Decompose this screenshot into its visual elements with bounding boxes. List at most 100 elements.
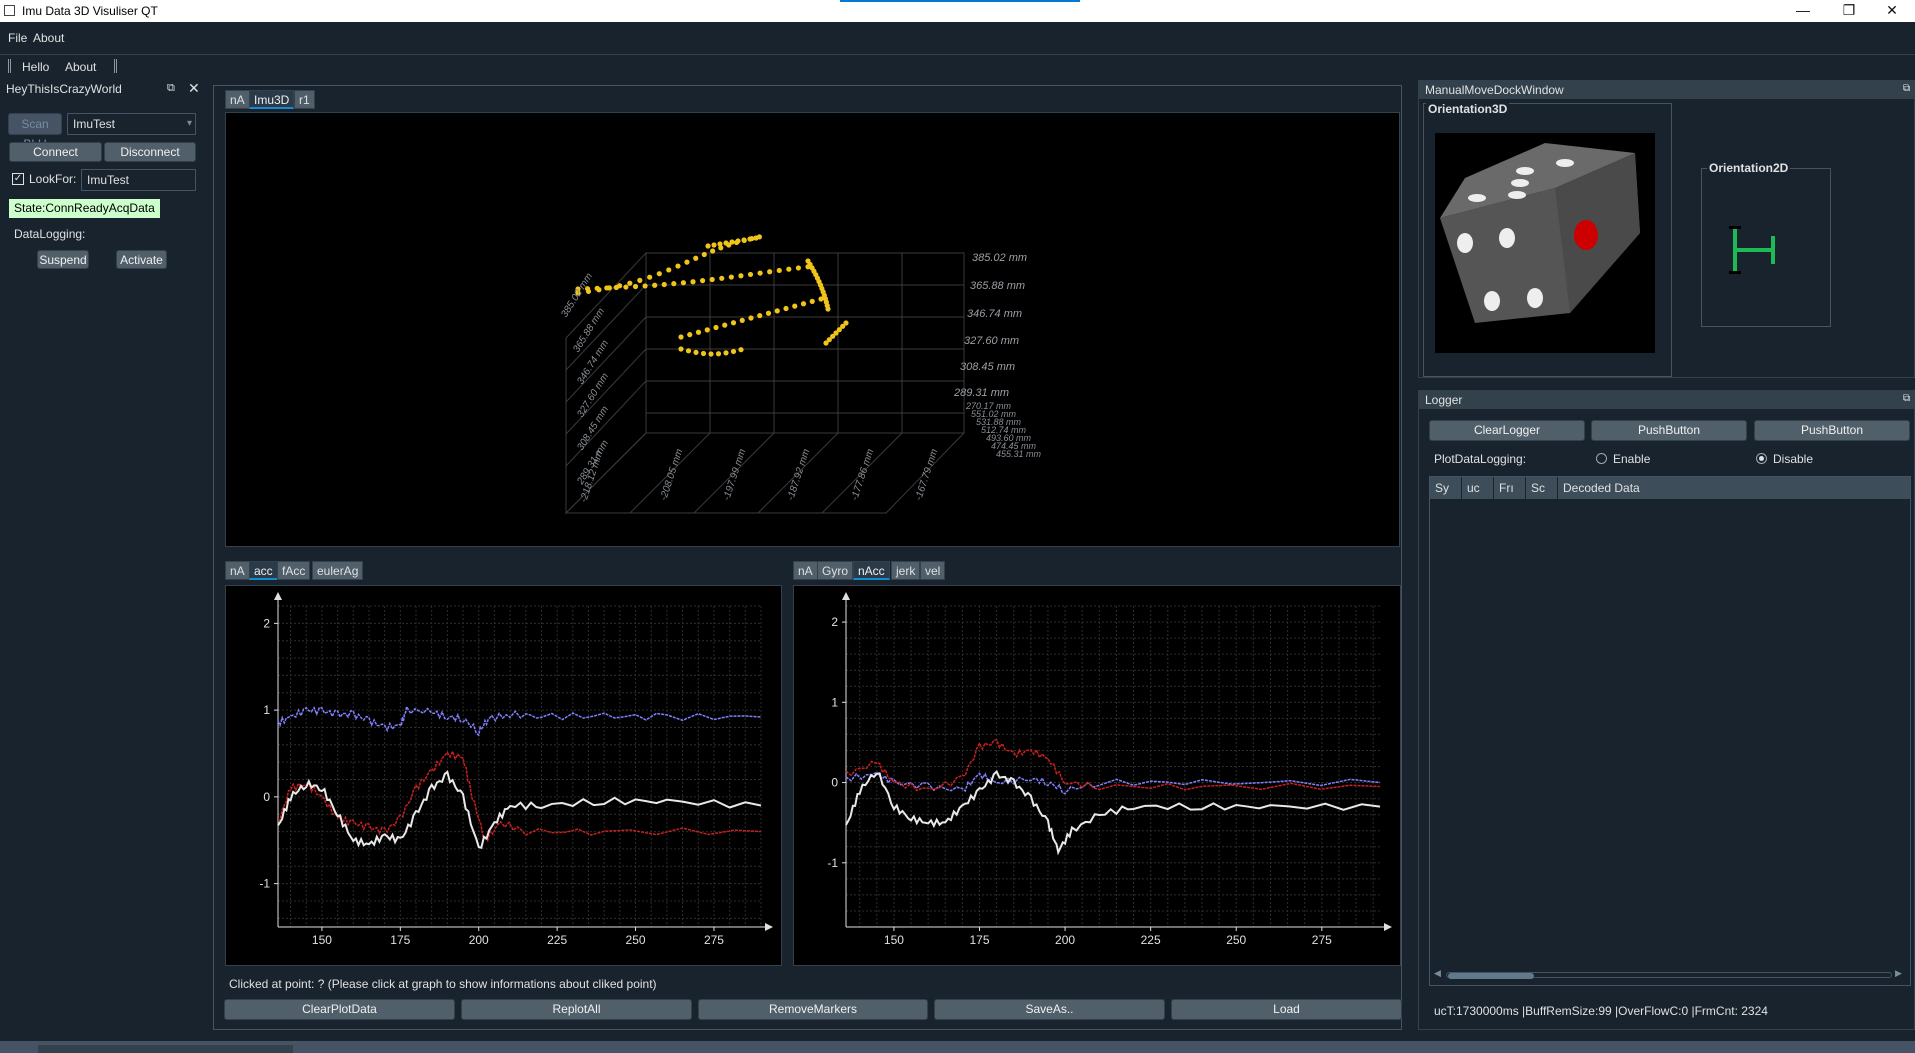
orientation3d-group: Orientation3D bbox=[1423, 102, 1672, 377]
scatter-point bbox=[627, 280, 633, 286]
z-axis-label: 327.60 mm bbox=[964, 335, 1019, 347]
scatter-point bbox=[757, 313, 763, 319]
tab-na-left[interactable]: nA bbox=[225, 561, 250, 580]
scan-button[interactable]: Scan BLU bbox=[8, 113, 62, 151]
column-header[interactable]: Sc bbox=[1526, 477, 1558, 499]
scatter-point bbox=[792, 303, 798, 309]
x-tick-label: 150 bbox=[884, 933, 904, 947]
lookfor-label: LookFor: bbox=[29, 172, 77, 186]
column-header[interactable]: Sy bbox=[1430, 477, 1462, 499]
status-segment bbox=[38, 1045, 293, 1053]
toolbar-hello[interactable]: Hello bbox=[22, 60, 49, 74]
left-dock: HeyThisIsCrazyWorld ⧉ ✕ Scan BLU ImuTest… bbox=[0, 80, 208, 1030]
tab-acc[interactable]: acc bbox=[249, 561, 278, 580]
tab-imu3d[interactable]: Imu3D bbox=[249, 90, 295, 109]
x-tick-label: 225 bbox=[547, 933, 567, 947]
enable-label: Enable bbox=[1613, 452, 1651, 466]
scatter-point bbox=[747, 271, 754, 278]
push-button-2[interactable]: PushButton bbox=[1754, 420, 1910, 441]
logger-status: ucT:1730000ms |BuffRemSize:99 |OverFlowC… bbox=[1434, 1004, 1768, 1018]
minimize-button[interactable]: — bbox=[1780, 0, 1826, 22]
replot-all-button[interactable]: ReplotAll bbox=[461, 999, 692, 1020]
tab-jerk[interactable]: jerk bbox=[891, 561, 921, 580]
y-tick-label: -1 bbox=[827, 856, 838, 870]
scatter-point bbox=[647, 274, 653, 280]
clear-plot-button[interactable]: ClearPlotData bbox=[224, 999, 455, 1020]
tab-euler[interactable]: eulerAg bbox=[312, 561, 364, 580]
series-line bbox=[277, 770, 762, 849]
remove-markers-button[interactable]: RemoveMarkers bbox=[698, 999, 928, 1020]
column-header[interactable]: Decoded Data bbox=[1558, 477, 1910, 499]
scatter-point bbox=[623, 284, 629, 290]
column-header[interactable]: Frı bbox=[1494, 477, 1526, 499]
scatter-point bbox=[739, 317, 745, 323]
scroll-thumb[interactable] bbox=[1448, 973, 1534, 979]
x-axis-label: -167.79 mm bbox=[913, 448, 940, 502]
float-icon[interactable]: ⧉ bbox=[1903, 393, 1910, 404]
scatter-point bbox=[685, 348, 692, 354]
scatter-point bbox=[704, 327, 710, 333]
toolbar-handle[interactable] bbox=[8, 59, 11, 73]
x-tick-label: 200 bbox=[469, 933, 489, 947]
plot-left-svg: 150 175 200 225 250 275 -1 0 1 2 bbox=[259, 592, 773, 947]
tab-na-top[interactable]: nA bbox=[225, 90, 250, 109]
plot-logging-label: PlotDataLogging: bbox=[1434, 452, 1527, 466]
dice-view[interactable] bbox=[1435, 133, 1655, 353]
toolbar-about[interactable]: About bbox=[65, 60, 96, 74]
maximize-button[interactable]: ❐ bbox=[1826, 0, 1872, 22]
save-as-button[interactable]: SaveAs.. bbox=[934, 999, 1165, 1020]
activate-button[interactable]: Activate bbox=[116, 250, 167, 269]
x-axis-label: -197.99 mm bbox=[721, 448, 748, 502]
float-icon[interactable]: ⧉ bbox=[167, 82, 175, 95]
tab-vel[interactable]: vel bbox=[920, 561, 946, 580]
manual-move-dock: ManualMoveDockWindow ⧉ Orientation3D Ori bbox=[1418, 80, 1915, 378]
tab-gyro[interactable]: Gyro bbox=[817, 561, 854, 580]
close-window-button[interactable]: ✕ bbox=[1869, 0, 1915, 22]
menu-file[interactable]: File bbox=[8, 31, 27, 45]
close-icon[interactable]: ✕ bbox=[188, 80, 200, 97]
orientation2d-group: Orientation2D bbox=[1701, 161, 1831, 327]
x-axis-label: -208.05 mm bbox=[658, 448, 685, 502]
scatter-point bbox=[710, 248, 716, 254]
horizontal-scrollbar[interactable]: ◀ ▶ bbox=[1434, 968, 1904, 981]
disable-radio[interactable] bbox=[1756, 453, 1767, 464]
connect-button[interactable]: Connect bbox=[9, 142, 102, 162]
scatter-point bbox=[774, 308, 780, 314]
tab-facc[interactable]: fAcc bbox=[277, 561, 311, 580]
menu-about[interactable]: About bbox=[33, 31, 64, 45]
scatter-point bbox=[661, 281, 667, 288]
scatter-3d-view[interactable]: 385.02 mm 365.88 mm 346.74 mm 327.60 mm … bbox=[225, 112, 1400, 547]
float-icon[interactable]: ⧉ bbox=[1903, 83, 1910, 94]
scatter-point bbox=[678, 346, 684, 352]
scroll-right-icon[interactable]: ▶ bbox=[1895, 968, 1902, 979]
orientation3d-label: Orientation3D bbox=[1426, 102, 1510, 116]
tab-nacc[interactable]: nAcc bbox=[853, 561, 890, 580]
lookfor-checkbox[interactable]: ✓ bbox=[12, 173, 24, 185]
plot-left[interactable]: 150 175 200 225 250 275 -1 0 1 2 bbox=[225, 585, 782, 966]
column-header[interactable]: uc bbox=[1462, 477, 1494, 499]
log-table[interactable]: Sy uc Frı Sc Decoded Data ◀ ▶ bbox=[1429, 476, 1911, 986]
scatter-point bbox=[642, 283, 648, 289]
push-button-1[interactable]: PushButton bbox=[1591, 420, 1747, 441]
plot-right[interactable]: 150 175 200 225 250 275 -1 0 1 2 bbox=[793, 585, 1401, 966]
y-tick-label: 2 bbox=[263, 616, 270, 630]
manual-move-title: ManualMoveDockWindow bbox=[1419, 81, 1914, 99]
scatter-point bbox=[730, 348, 737, 355]
scroll-left-icon[interactable]: ◀ bbox=[1434, 968, 1441, 979]
y-tick-label: 1 bbox=[263, 703, 270, 717]
suspend-button[interactable]: Suspend bbox=[37, 250, 89, 269]
lookfor-input[interactable]: ImuTest bbox=[81, 169, 196, 191]
tab-r1[interactable]: r1 bbox=[294, 90, 315, 109]
scatter-point bbox=[666, 267, 672, 273]
device-select-value: ImuTest bbox=[73, 117, 116, 131]
clear-logger-button[interactable]: ClearLogger bbox=[1429, 420, 1585, 441]
plot-grid bbox=[846, 605, 1380, 928]
enable-radio[interactable] bbox=[1596, 453, 1607, 464]
x-tick-label: 250 bbox=[626, 933, 646, 947]
tab-na-right[interactable]: nA bbox=[793, 561, 818, 580]
load-button[interactable]: Load bbox=[1171, 999, 1402, 1020]
disconnect-button[interactable]: Disconnect bbox=[104, 142, 196, 162]
device-select[interactable]: ImuTest ▾ bbox=[67, 113, 196, 135]
scatter-point bbox=[730, 320, 737, 326]
toolbar: Hello About bbox=[0, 55, 1915, 79]
